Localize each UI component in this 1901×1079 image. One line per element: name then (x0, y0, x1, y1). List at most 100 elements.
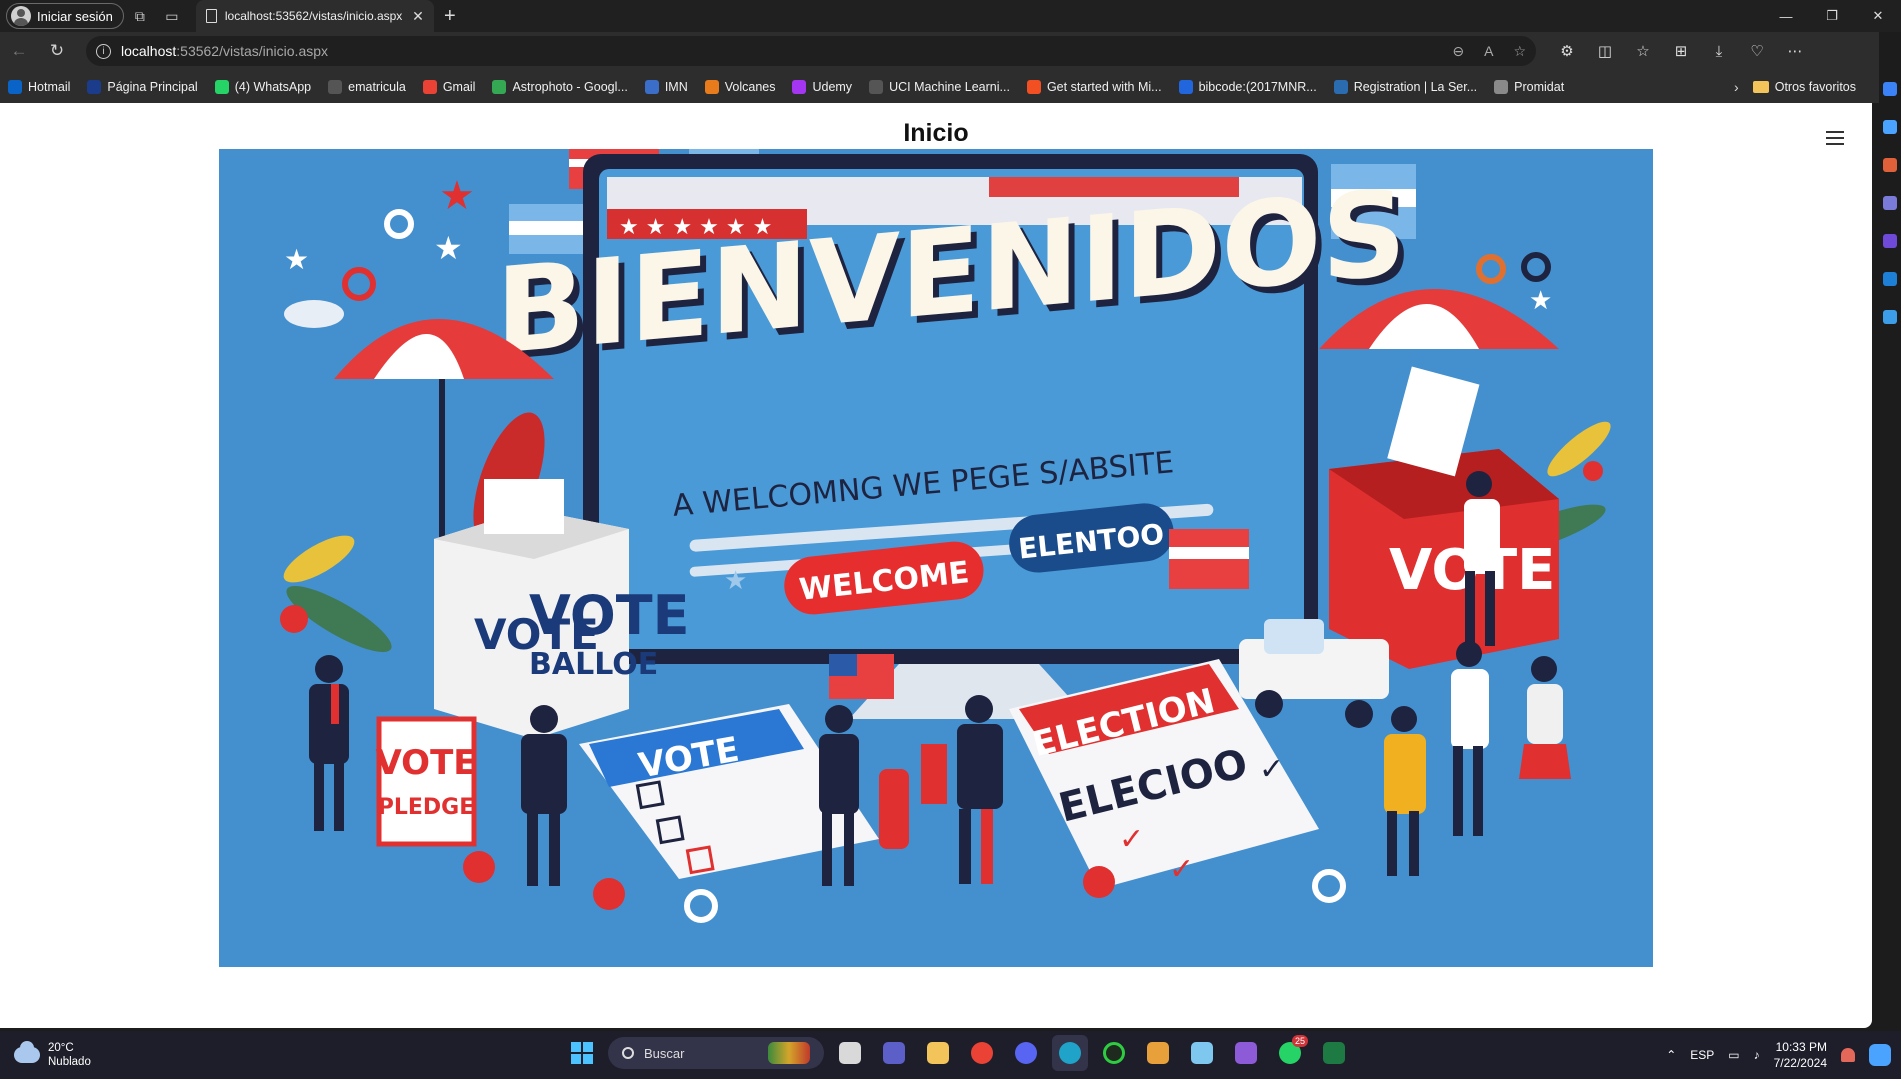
bookmark-item[interactable]: Hotmail (8, 79, 71, 94)
url-path: :53562/vistas/inicio.aspx (176, 43, 329, 59)
outlook-sidebar-icon[interactable] (1883, 272, 1897, 286)
start-button[interactable] (564, 1035, 600, 1071)
address-bar[interactable]: i localhost:53562/vistas/inicio.aspx ⊖ A… (86, 36, 1536, 66)
bookmark-favicon-icon (644, 79, 659, 94)
active-tab[interactable]: localhost:53562/vistas/inicio.aspx ✕ (195, 0, 434, 32)
tab-actions-icon[interactable]: ▭ (156, 0, 188, 32)
page-title: Inicio (903, 119, 969, 147)
close-window-icon[interactable]: ✕ (1855, 0, 1901, 32)
restore-icon[interactable]: ❐ (1809, 0, 1855, 32)
discord-icon[interactable] (1008, 1035, 1044, 1071)
teams-icon[interactable] (876, 1035, 912, 1071)
refresh-icon[interactable]: ↻ (38, 32, 76, 70)
downloads-icon[interactable]: ⤓ (1700, 32, 1738, 70)
bookmark-item[interactable]: bibcode:(2017MNR... (1178, 79, 1317, 94)
whatsapp-icon[interactable]: 25 (1272, 1035, 1308, 1071)
bookmark-item[interactable]: Astrophoto - Googl... (492, 79, 628, 94)
avatar (11, 6, 31, 26)
sync-app-icon[interactable] (1096, 1035, 1132, 1071)
bookmark-item[interactable]: Get started with Mi... (1026, 79, 1162, 94)
cloud-icon (14, 1041, 40, 1063)
bookmark-favicon-icon (869, 79, 884, 94)
workspaces-icon[interactable]: ⧉ (124, 0, 156, 32)
performance-icon[interactable]: ♡ (1738, 32, 1776, 70)
page-icon (205, 9, 217, 23)
network-icon[interactable]: ▭ (1728, 1048, 1739, 1062)
bookmark-label: Hotmail (28, 79, 71, 94)
language-indicator[interactable]: ESP (1690, 1048, 1714, 1062)
read-aloud-icon[interactable]: A (1484, 43, 1493, 60)
bookmark-item[interactable]: IMN (644, 79, 688, 94)
clock[interactable]: 10:33 PM 7/22/2024 (1774, 1039, 1827, 1071)
file-explorer-icon[interactable] (920, 1035, 956, 1071)
search-placeholder: Buscar (644, 1045, 685, 1061)
svg-text:★: ★ (439, 173, 475, 219)
bookmark-item[interactable]: UCI Machine Learni... (869, 79, 1010, 94)
more-menu-icon[interactable]: ⋯ (1776, 32, 1814, 70)
bookmark-favicon-icon (1178, 79, 1193, 94)
bookmark-item[interactable]: Registration | La Ser... (1333, 79, 1477, 94)
m365-sidebar-icon[interactable] (1883, 234, 1897, 248)
close-tab-icon[interactable]: ✕ (412, 8, 424, 25)
paint-app-icon[interactable] (1140, 1035, 1176, 1071)
task-view-icon[interactable] (832, 1035, 868, 1071)
volume-icon[interactable]: ♪ (1754, 1048, 1760, 1062)
profile-button[interactable]: Iniciar sesión (6, 3, 124, 29)
extensions-icon[interactable]: ⚙ (1548, 32, 1586, 70)
copilot-taskbar-icon[interactable] (1869, 1044, 1891, 1066)
collections-icon[interactable]: ⊞ (1662, 32, 1700, 70)
svg-text:✓: ✓ (1119, 822, 1144, 857)
folder-label: Otros favoritos (1774, 79, 1856, 94)
svg-text:✓: ✓ (1169, 852, 1194, 887)
bookmark-label: ematricula (348, 79, 406, 94)
split-screen-icon[interactable]: ◫ (1586, 32, 1624, 70)
tools-sidebar-icon[interactable] (1883, 158, 1897, 172)
tab-strip: Iniciar sesión ⧉ ▭ localhost:53562/vista… (0, 0, 1901, 32)
bookmark-item[interactable]: Udemy (792, 79, 853, 94)
bookmark-item[interactable]: ematricula (328, 79, 406, 94)
bookmark-favicon-icon (214, 79, 229, 94)
edge-sidebar (1879, 32, 1901, 1028)
more-bookmarks-chevron-icon[interactable]: › (1734, 79, 1739, 95)
bookmark-label: Promidat (1514, 79, 1565, 94)
back-icon[interactable]: ← (0, 32, 38, 70)
bookmark-item[interactable]: Promidat (1494, 79, 1565, 94)
bookmark-label: Udemy (812, 79, 853, 94)
bookmark-favicon-icon (1333, 79, 1348, 94)
zoom-icon[interactable]: ⊖ (1452, 43, 1464, 60)
send-sidebar-icon[interactable] (1883, 310, 1897, 324)
page-viewport: Inicio ★ ★ ★ ★ ★ ★ BIENVENIDOS BIENVENID… (0, 103, 1872, 1028)
bookmark-item[interactable]: Gmail (422, 79, 475, 94)
bookmark-label: IMN (664, 79, 688, 94)
search-sidebar-icon[interactable] (1883, 82, 1897, 96)
copilot-sidebar-icon[interactable] (1883, 120, 1897, 134)
site-info-icon[interactable]: i (96, 43, 111, 59)
menu-hamburger-icon[interactable] (1826, 131, 1844, 145)
notification-bell-icon[interactable] (1841, 1048, 1855, 1062)
excel-icon[interactable] (1316, 1035, 1352, 1071)
other-favorites-folder[interactable]: Otros favoritos (1752, 79, 1856, 94)
visual-studio-icon[interactable] (1228, 1035, 1264, 1071)
minimize-icon[interactable]: — (1763, 0, 1809, 32)
bookmark-favicon-icon (792, 79, 807, 94)
taskbar-search[interactable]: Buscar (608, 1037, 824, 1069)
bookmark-favicon-icon (8, 79, 22, 94)
bookmark-item[interactable]: Página Principal (87, 79, 198, 94)
clock-date: 7/22/2024 (1773, 1056, 1827, 1070)
profile-label: Iniciar sesión (37, 8, 113, 24)
chrome-icon[interactable] (964, 1035, 1000, 1071)
games-sidebar-icon[interactable] (1883, 196, 1897, 210)
notepad-icon[interactable] (1184, 1035, 1220, 1071)
bookmark-label: (4) WhatsApp (234, 79, 312, 94)
bookmark-item[interactable]: Volcanes (704, 79, 775, 94)
weather-widget[interactable]: 20°C Nublado (14, 1041, 91, 1069)
bookmark-item[interactable]: (4) WhatsApp (214, 79, 312, 94)
whatsapp-badge: 25 (1291, 1035, 1308, 1047)
favorites-icon[interactable]: ☆ (1624, 32, 1662, 70)
new-tab-button[interactable]: + (434, 0, 466, 32)
favorite-star-icon[interactable]: ☆ (1513, 43, 1526, 60)
bookmark-favicon-icon (704, 79, 719, 94)
show-hidden-icons-chevron-icon[interactable]: ⌃ (1666, 1048, 1676, 1062)
edge-icon[interactable] (1052, 1035, 1088, 1071)
ballot-box-left-label-2: VOTE (529, 584, 689, 647)
